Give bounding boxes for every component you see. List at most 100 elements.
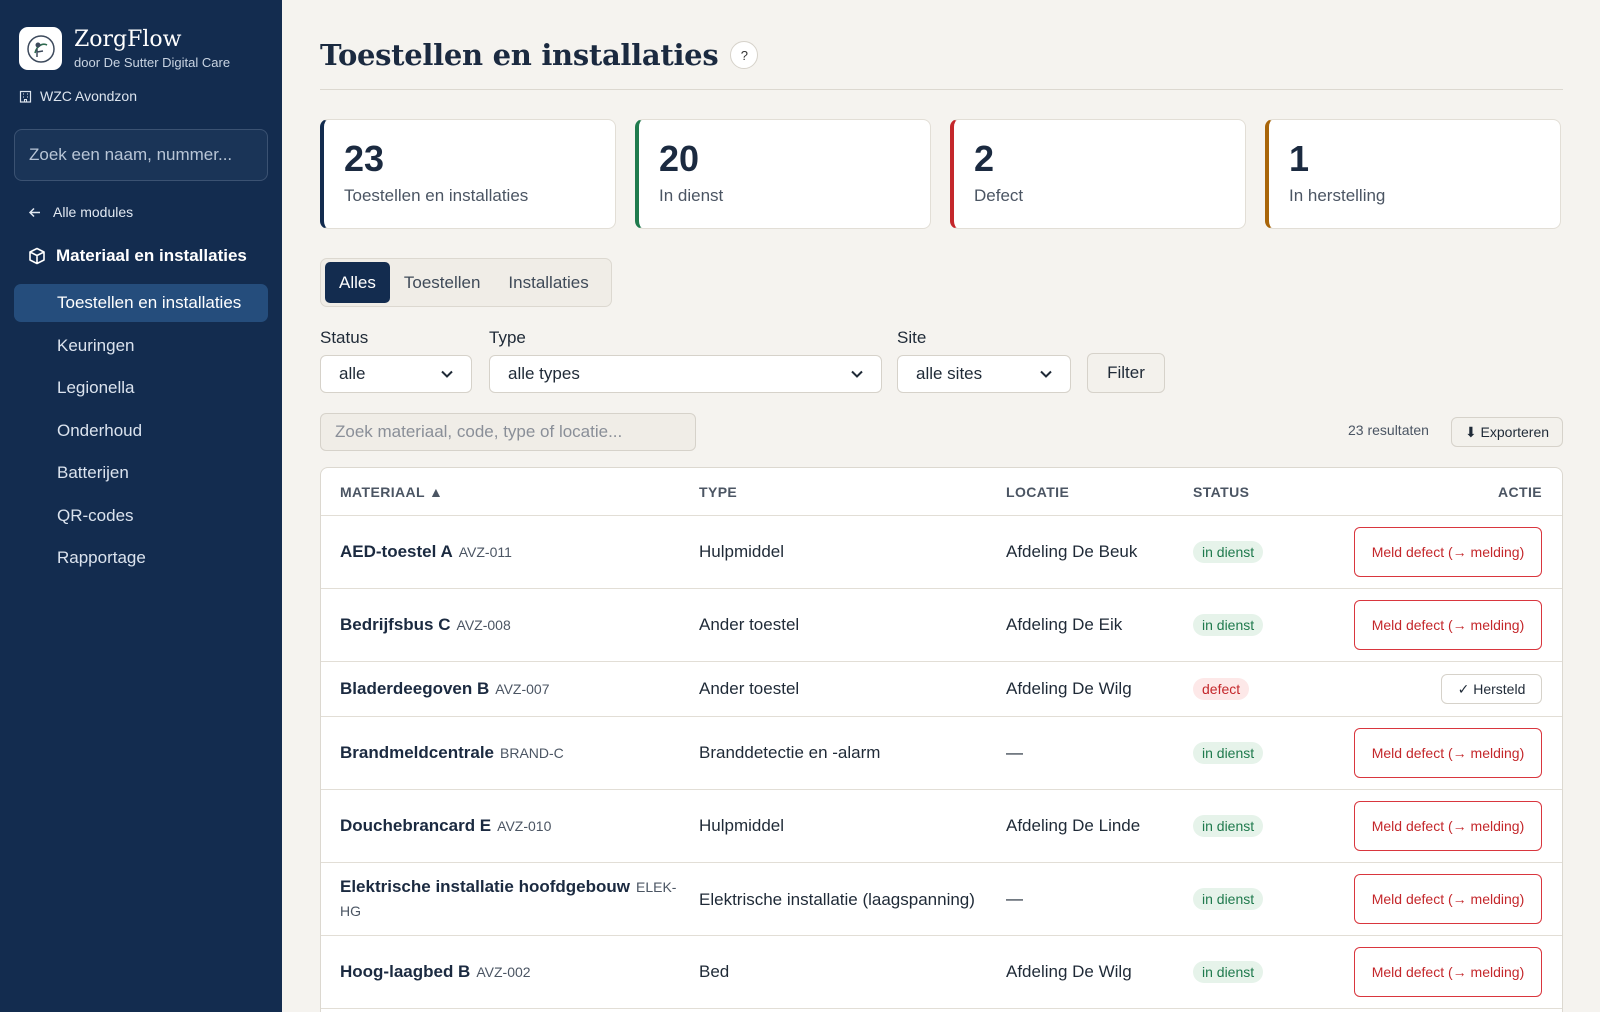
tab-alles[interactable]: Alles [325,262,390,303]
col-header-material[interactable]: MATERIAAL ▲ [321,484,699,500]
material-search-input[interactable] [320,413,696,451]
brand-name: ZorgFlow [74,27,182,52]
sidebar-item-legionella[interactable]: Legionella [14,369,268,407]
page-title: Toestellen en installaties [320,38,719,72]
stat-label: In dienst [659,186,724,205]
sidebar: ZorgFlow door De Sutter Digital Care WZC… [0,0,282,1012]
col-header-action: ACTIE [1498,483,1542,500]
tab-installaties[interactable]: Installaties [494,262,602,303]
export-button[interactable]: ⬇ Exporteren [1451,417,1563,447]
material-location: Afdeling De Wilg [1006,679,1132,698]
module-title-label: Materiaal en installaties [56,246,247,265]
stat-label: Defect [974,186,1024,205]
materials-table: MATERIAAL ▲ TYPE LOCATIE STATUS ACTIE AE… [320,467,1563,1012]
status-badge: in dienst [1193,815,1264,837]
brand-subtitle: door De Sutter Digital Care [74,55,231,70]
material-type: Elektrische installatie (laagspanning) [699,889,975,909]
stat-value: 2 [974,138,995,179]
facility-selector[interactable]: WZC Avondzon [19,88,137,104]
facility-name: WZC Avondzon [40,88,138,104]
status-badge: in dienst [1193,614,1264,636]
material-name[interactable]: Brandmeldcentrale [340,743,494,762]
sidebar-item-toestellen[interactable]: Toestellen en installaties [14,284,268,322]
chevron-down-icon [851,370,863,378]
material-name[interactable]: Bedrijfsbus C [340,615,451,634]
stat-label: In herstelling [1289,186,1386,205]
sidebar-search-input[interactable] [14,129,268,181]
help-button[interactable]: ? [730,41,759,69]
type-select[interactable]: alle types [489,355,882,393]
stat-card-defect: 2 Defect [950,119,1246,229]
stat-card-in-repair: 1 In herstelling [1265,119,1561,229]
sidebar-item-batterijen[interactable]: Batterijen [14,454,268,492]
report-defect-button[interactable]: Meld defect (→ melding) [1354,874,1542,924]
header-divider [320,89,1563,90]
table-row[interactable]: Douchebrancard E AVZ-010 Hulpmiddel Afdel… [321,790,1562,863]
material-type: Ander toestel [699,679,800,698]
report-defect-button[interactable]: Meld defect (→ melding) [1354,527,1542,577]
col-header-type[interactable]: TYPE [699,484,1006,500]
material-code: AVZ-011 [458,544,512,560]
col-header-location[interactable]: LOCATIE [1006,484,1193,500]
table-row[interactable]: Hoog-laagbed B AVZ-002 Bed Afdeling De Wi… [321,936,1562,1009]
material-location: Afdeling De Wilg [1006,962,1132,981]
material-code: AVZ-010 [497,818,552,834]
sidebar-item-keuringen[interactable]: Keuringen [14,327,268,365]
material-location: — [1006,889,1023,908]
col-header-status[interactable]: STATUS [1193,484,1336,500]
material-name[interactable]: AED-toestel A [340,542,453,561]
tab-toestellen[interactable]: Toestellen [390,262,495,303]
material-code: AVZ-008 [456,617,511,633]
all-modules-label: Alle modules [53,204,134,220]
material-name[interactable]: Elektrische installatie hoofdgebouw [340,877,630,896]
report-defect-button[interactable]: Meld defect (→ melding) [1354,801,1542,851]
stat-value: 1 [1289,138,1310,179]
view-toggle: Alles Toestellen Installaties [320,258,612,307]
table-row[interactable]: Bladerdeegoven B AVZ-007 Ander toestel Af… [321,662,1562,717]
building-icon [19,90,32,103]
material-location: Afdeling De Beuk [1006,542,1138,561]
results-count: 23 resultaten [1348,422,1429,438]
all-modules-link[interactable]: Alle modules [28,204,133,220]
material-location: Afdeling De Linde [1006,816,1141,835]
material-location: Afdeling De Eik [1006,615,1123,634]
site-select-value: alle sites [916,364,983,383]
material-type: Hulpmiddel [699,542,785,561]
sidebar-item-onderhoud[interactable]: Onderhoud [14,412,268,450]
table-row[interactable]: Bedrijfsbus C AVZ-008 Ander toestel Afdel… [321,589,1562,662]
stat-label: Toestellen en installaties [344,186,529,205]
material-name[interactable]: Douchebrancard E [340,816,491,835]
table-row[interactable]: AED-toestel A AVZ-011 Hulpmiddel Afdeling… [321,516,1562,589]
material-name[interactable]: Bladerdeegoven B [340,679,489,698]
material-type: Branddetectie en -alarm [699,743,881,762]
module-title: Materiaal en installaties [28,246,247,266]
status-select[interactable]: alle [320,355,472,393]
stat-value: 20 [659,138,700,179]
material-name[interactable]: Hoog-laagbed B [340,962,470,981]
status-select-value: alle [339,364,366,383]
arrow-left-icon [28,207,40,217]
chevron-down-icon [1040,370,1052,378]
site-filter-label: Site [897,328,927,347]
logo [19,27,62,70]
material-code: AVZ-007 [495,681,550,697]
table-row[interactable]: Elektrische installatie hoofdgebouw ELEK-… [321,863,1562,936]
status-badge: in dienst [1193,742,1264,764]
site-select[interactable]: alle sites [897,355,1071,393]
material-type: Hulpmiddel [699,816,785,835]
report-defect-button[interactable]: Meld defect (→ melding) [1354,947,1542,997]
sidebar-item-qr-codes[interactable]: QR-codes [14,497,268,535]
material-type: Ander toestel [699,615,800,634]
mark-repaired-button[interactable]: ✓ Hersteld [1441,674,1542,704]
sidebar-nav: Toestellen en installaties Keuringen Leg… [14,284,268,582]
table-row[interactable]: Brandmeldcentrale BRAND-C Branddetectie e… [321,717,1562,790]
report-defect-button[interactable]: Meld defect (→ melding) [1354,728,1542,778]
logo-icon [26,34,55,63]
material-type: Bed [699,962,730,981]
sidebar-item-rapportage[interactable]: Rapportage [14,539,268,577]
status-filter-label: Status [320,328,369,347]
report-defect-button[interactable]: Meld defect (→ melding) [1354,600,1542,650]
brand[interactable]: ZorgFlow door De Sutter Digital Care [19,27,230,70]
filter-button[interactable]: Filter [1087,353,1165,393]
material-code: AVZ-002 [476,964,531,980]
